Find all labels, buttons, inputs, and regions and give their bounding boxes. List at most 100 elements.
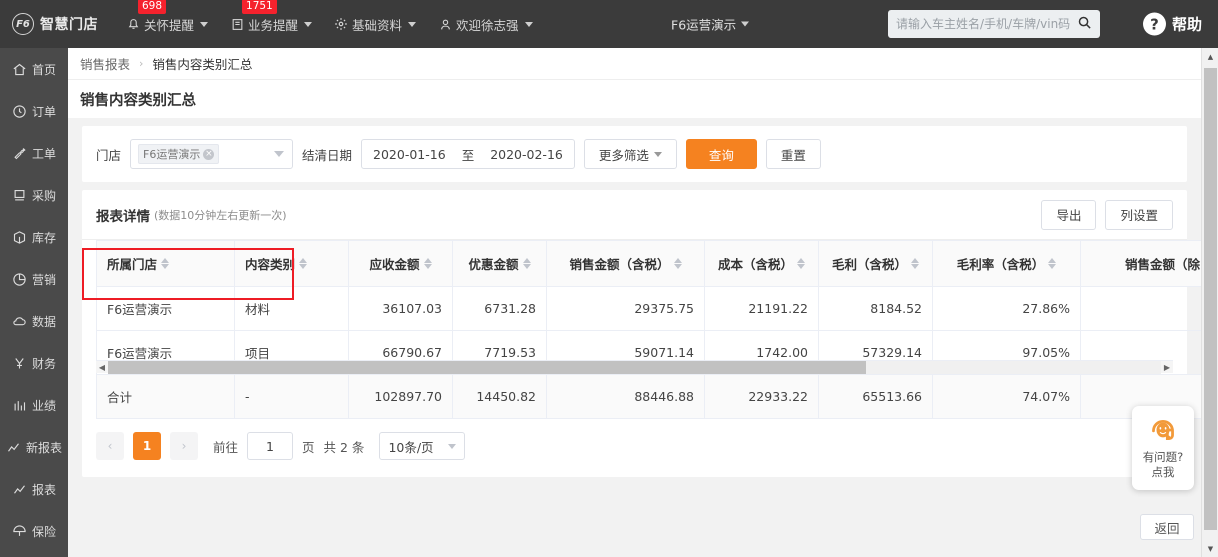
column-label-sales-excl-tax: 销售金额（除 xyxy=(1124,257,1200,272)
sort-icon[interactable] xyxy=(1048,258,1057,269)
filter-bar: 门店 F6运营演示 × 结清日期 2020-01-16 至 2020-02-16… xyxy=(82,126,1187,182)
column-header-discount[interactable]: 优惠金额 xyxy=(452,240,547,287)
vscroll-thumb[interactable] xyxy=(1204,68,1217,530)
report-detail-title: 报表详情 xyxy=(96,208,150,225)
column-header-sales-incl-tax[interactable]: 销售金额（含税） xyxy=(546,240,705,287)
cell-discount: 6731.28 xyxy=(452,286,547,331)
brand-logo-area[interactable]: F6 智慧门店 xyxy=(12,13,98,35)
column-header-margin-incl-tax[interactable]: 毛利率（含税） xyxy=(932,240,1081,287)
pie-icon xyxy=(12,271,28,287)
date-start-value[interactable]: 2020-01-16 xyxy=(373,147,446,162)
total-discount: 14450.82 xyxy=(452,374,547,419)
shop-switcher[interactable]: F6运营演示 xyxy=(671,15,750,34)
page-size-label: 10条/页 xyxy=(388,439,434,455)
column-label-cost-incl-tax: 成本（含税） xyxy=(717,257,793,272)
column-header-cost-incl-tax[interactable]: 成本（含税） xyxy=(704,240,819,287)
sort-icon[interactable] xyxy=(423,258,432,269)
sidebar-label-inventory: 库存 xyxy=(31,230,56,245)
query-button[interactable]: 查询 xyxy=(685,139,757,169)
back-button[interactable]: 返回 xyxy=(1140,514,1194,540)
sidebar-item-finance[interactable]: 财务 xyxy=(0,342,68,384)
column-header-sales-excl-tax[interactable]: 销售金额（除 xyxy=(1080,240,1201,287)
nav-item-business-reminder[interactable]: 业务提醒 1751 xyxy=(230,0,313,38)
sidebar-item-purchase[interactable]: 采购 xyxy=(0,174,68,216)
main-content: 销售报表 › 销售内容类别汇总 销售内容类别汇总 门店 F6运营演示 × 结清日… xyxy=(68,48,1201,557)
cell-sales-excl-tax: 2 xyxy=(1080,286,1201,331)
sort-icon[interactable] xyxy=(673,258,682,269)
sidebar-item-report[interactable]: 报表 xyxy=(0,468,68,510)
sidebar-label-home: 首页 xyxy=(31,62,56,77)
sort-icon[interactable] xyxy=(797,258,805,269)
page-size-select[interactable]: 10条/页 xyxy=(379,432,465,460)
sort-icon[interactable] xyxy=(161,258,170,269)
scroll-right-icon[interactable]: ▶ xyxy=(1161,363,1173,372)
pagination-next-button[interactable]: › xyxy=(170,432,198,460)
nav-item-user-welcome[interactable]: 欢迎徐志强 xyxy=(438,11,533,38)
nav-item-care-reminder[interactable]: 关怀提醒 698 xyxy=(126,0,209,38)
table-total-row: 合计 - 102897.70 14450.82 88446.88 22933.2… xyxy=(96,374,1201,419)
question-mark-icon: ? xyxy=(1142,12,1166,36)
breadcrumb-current: 销售内容类别汇总 xyxy=(152,57,253,72)
sidebar-item-insurance[interactable]: 保险 xyxy=(0,510,68,552)
hscroll-track[interactable] xyxy=(108,360,1161,374)
store-selected-tag: F6运营演示 × xyxy=(138,144,220,164)
sidebar-item-performance[interactable]: 业绩 xyxy=(0,384,68,426)
pagination-prev-button[interactable]: ‹ xyxy=(96,432,124,460)
column-label-discount: 优惠金额 xyxy=(468,257,519,272)
chevron-down-icon xyxy=(741,21,750,27)
chevron-down-icon xyxy=(653,151,662,157)
sort-icon[interactable] xyxy=(522,258,531,269)
column-header-category[interactable]: 内容类别 xyxy=(234,240,349,287)
line-chart-icon xyxy=(6,439,22,455)
goto-page-input[interactable] xyxy=(247,432,294,460)
bell-icon xyxy=(126,17,140,31)
column-label-category: 内容类别 xyxy=(245,257,296,272)
column-label-sales-incl-tax: 销售金额（含税） xyxy=(569,257,670,272)
store-select[interactable]: F6运营演示 × xyxy=(130,139,294,169)
sidebar-label-report: 报表 xyxy=(31,482,56,497)
close-icon[interactable]: × xyxy=(203,148,215,160)
breadcrumb: 销售报表 › 销售内容类别汇总 xyxy=(68,48,1201,80)
column-header-store[interactable]: 所属门店 xyxy=(96,240,235,287)
date-range-picker[interactable]: 2020-01-16 至 2020-02-16 xyxy=(361,139,575,169)
sidebar-label-work-orders: 工单 xyxy=(31,146,56,161)
sidebar-item-data[interactable]: 数据 xyxy=(0,300,68,342)
sidebar-item-work-orders[interactable]: 工单 xyxy=(0,132,68,174)
scroll-up-icon[interactable]: ▲ xyxy=(1202,48,1218,65)
sidebar-item-new-report[interactable]: 新报表 xyxy=(0,426,68,468)
cell-profit-incl-tax: 8184.52 xyxy=(818,286,933,331)
breadcrumb-parent[interactable]: 销售报表 xyxy=(80,54,130,73)
customer-service-widget[interactable]: 有问题? 点我 xyxy=(1132,406,1194,490)
column-header-receivable[interactable]: 应收金额 xyxy=(348,240,453,287)
column-header-profit-incl-tax[interactable]: 毛利（含税） xyxy=(818,240,933,287)
sidebar-item-marketing[interactable]: 营销 xyxy=(0,258,68,300)
nav-item-basic-data[interactable]: 基础资料 xyxy=(334,11,417,38)
sidebar-item-orders[interactable]: 订单 xyxy=(0,90,68,132)
date-range-separator: 至 xyxy=(461,147,475,163)
sort-icon[interactable] xyxy=(911,258,919,269)
search-icon[interactable] xyxy=(1077,15,1092,33)
global-search-box[interactable] xyxy=(888,10,1100,38)
search-input[interactable] xyxy=(896,17,1073,31)
wrench-icon xyxy=(12,145,28,161)
page-vertical-scrollbar[interactable]: ▲ ▼ xyxy=(1201,48,1218,557)
pagination-page-1[interactable]: 1 xyxy=(133,432,161,460)
table-horizontal-scrollbar[interactable]: ◀ ▶ xyxy=(96,360,1173,374)
sidebar-label-insurance: 保险 xyxy=(31,524,56,539)
help-button[interactable]: ? 帮助 xyxy=(1142,12,1202,36)
table-header-row: 所属门店 内容类别 应收金额 优惠金额 销售金额（含税） 成本（含税） 毛利（含… xyxy=(96,240,1201,287)
sidebar-item-home[interactable]: 首页 xyxy=(0,48,68,90)
hscroll-thumb[interactable] xyxy=(108,360,867,374)
column-settings-button[interactable]: 列设置 xyxy=(1105,199,1173,230)
scroll-left-icon[interactable]: ◀ xyxy=(96,363,108,372)
export-button[interactable]: 导出 xyxy=(1041,199,1097,230)
sidebar-item-inventory[interactable]: 库存 xyxy=(0,216,68,258)
more-filters-button[interactable]: 更多筛选 xyxy=(583,139,677,169)
reset-button[interactable]: 重置 xyxy=(765,139,821,169)
sidebar-label-new-report: 新报表 xyxy=(25,440,62,455)
sort-icon[interactable] xyxy=(299,258,308,269)
box-icon xyxy=(12,229,28,245)
scroll-down-icon[interactable]: ▼ xyxy=(1202,540,1218,557)
date-end-value[interactable]: 2020-02-16 xyxy=(490,147,563,162)
table-row[interactable]: F6运营演示 材料 36107.03 6731.28 29375.75 2119… xyxy=(96,286,1201,331)
